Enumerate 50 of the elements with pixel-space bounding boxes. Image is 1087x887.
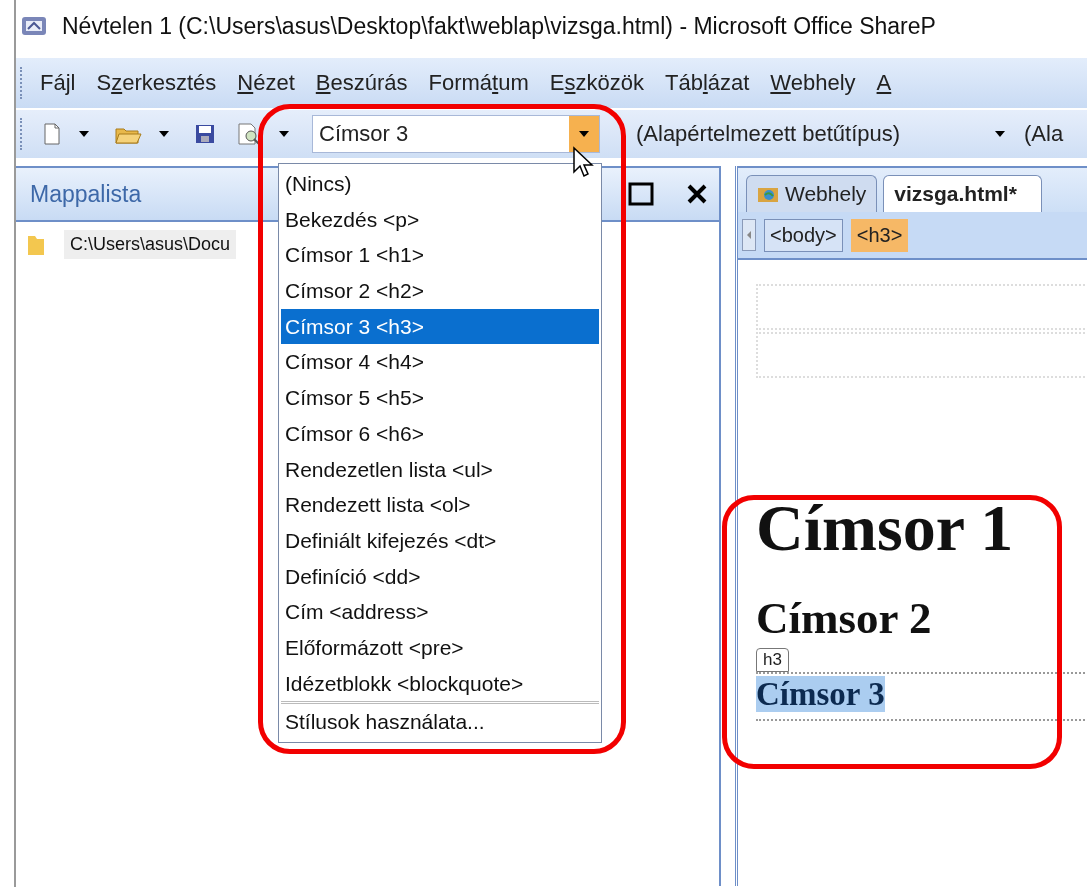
folder-path[interactable]: C:\Users\asus\Docu <box>64 230 237 259</box>
caret-icon[interactable] <box>578 129 590 139</box>
dropdown-option[interactable]: Címsor 6 <h6> <box>281 415 599 452</box>
dropdown-option[interactable]: Idézetblokk <blockquote> <box>281 665 599 702</box>
dropdown-option[interactable]: Rendezett lista <ol> <box>281 487 599 523</box>
dropdown-option[interactable]: Definiált kifejezés <dt> <box>281 522 599 559</box>
menu-item[interactable]: Szerkesztés <box>96 70 217 96</box>
site-icon <box>757 185 779 203</box>
maximize-icon[interactable] <box>627 181 655 207</box>
heading-text: Címsor 2 <box>756 593 932 643</box>
dropdown-option[interactable]: Címsor 3 <h3> <box>281 308 599 345</box>
menu-item[interactable]: Formátum <box>428 70 529 96</box>
dropdown-option[interactable]: Előformázott <pre> <box>281 629 599 666</box>
dropdown-option[interactable]: Címsor 1 <h1> <box>281 237 599 274</box>
dropdown-option[interactable]: Definíció <dd> <box>281 558 599 595</box>
menu-item[interactable]: A <box>876 70 892 96</box>
caret-icon[interactable] <box>278 129 290 139</box>
dropdown-option[interactable]: Címsor 2 <h2> <box>281 273 599 309</box>
window-title: Névtelen 1 (C:\Users\asus\Desktop\fakt\weblap\vizsga.html) - Microsoft Office ShareP <box>62 12 936 40</box>
menu-item[interactable]: Webhely <box>770 70 856 96</box>
dropdown-option[interactable]: Cím <address> <box>281 594 599 630</box>
menu-item[interactable]: Fájl <box>40 70 76 96</box>
tag-label: h3 <box>756 648 789 672</box>
caret-icon[interactable] <box>994 129 1006 139</box>
dropdown-option[interactable]: Bekezdés <p> <box>281 201 599 238</box>
heading-text: Címsor 1 <box>756 491 1014 564</box>
caret-icon[interactable] <box>78 129 90 139</box>
tag-selector[interactable]: <body> <box>764 218 843 252</box>
dropdown-option[interactable]: Stílusok használata... <box>281 701 599 740</box>
close-icon[interactable] <box>685 182 709 206</box>
dropdown-option[interactable]: (Nincs) <box>281 166 599 202</box>
dropdown-option[interactable]: Címsor 4 <h4> <box>281 344 599 381</box>
caret-icon[interactable] <box>158 129 170 139</box>
dropdown-option[interactable]: Címsor 5 <h5> <box>281 380 599 416</box>
font-combo-box[interactable]: (Alapértelmezett betűtípus) <box>600 115 1020 153</box>
save-icon[interactable] <box>194 123 216 145</box>
menu-item[interactable]: Beszúrás <box>315 70 408 96</box>
document-tab[interactable]: Webhely <box>746 175 878 212</box>
dropdown-option[interactable]: Rendezetlen lista <ul> <box>281 451 599 488</box>
panel-title: Mappalista <box>30 180 142 208</box>
heading-text: Címsor 3 <box>756 676 885 712</box>
document-tab[interactable]: vizsga.html* <box>883 175 1042 212</box>
menu-item[interactable]: Eszközök <box>549 70 644 96</box>
menu-item[interactable]: Táblázat <box>664 70 750 96</box>
tag-selector[interactable]: <h3> <box>850 218 909 252</box>
style-combo-box[interactable]: Címsor 3 <box>312 115 600 153</box>
new-page-icon[interactable] <box>42 122 62 146</box>
size-combo-box[interactable]: (Ala <box>1020 115 1087 153</box>
scroll-left-icon[interactable] <box>742 219 756 251</box>
menu-item[interactable]: Nézet <box>237 70 295 96</box>
